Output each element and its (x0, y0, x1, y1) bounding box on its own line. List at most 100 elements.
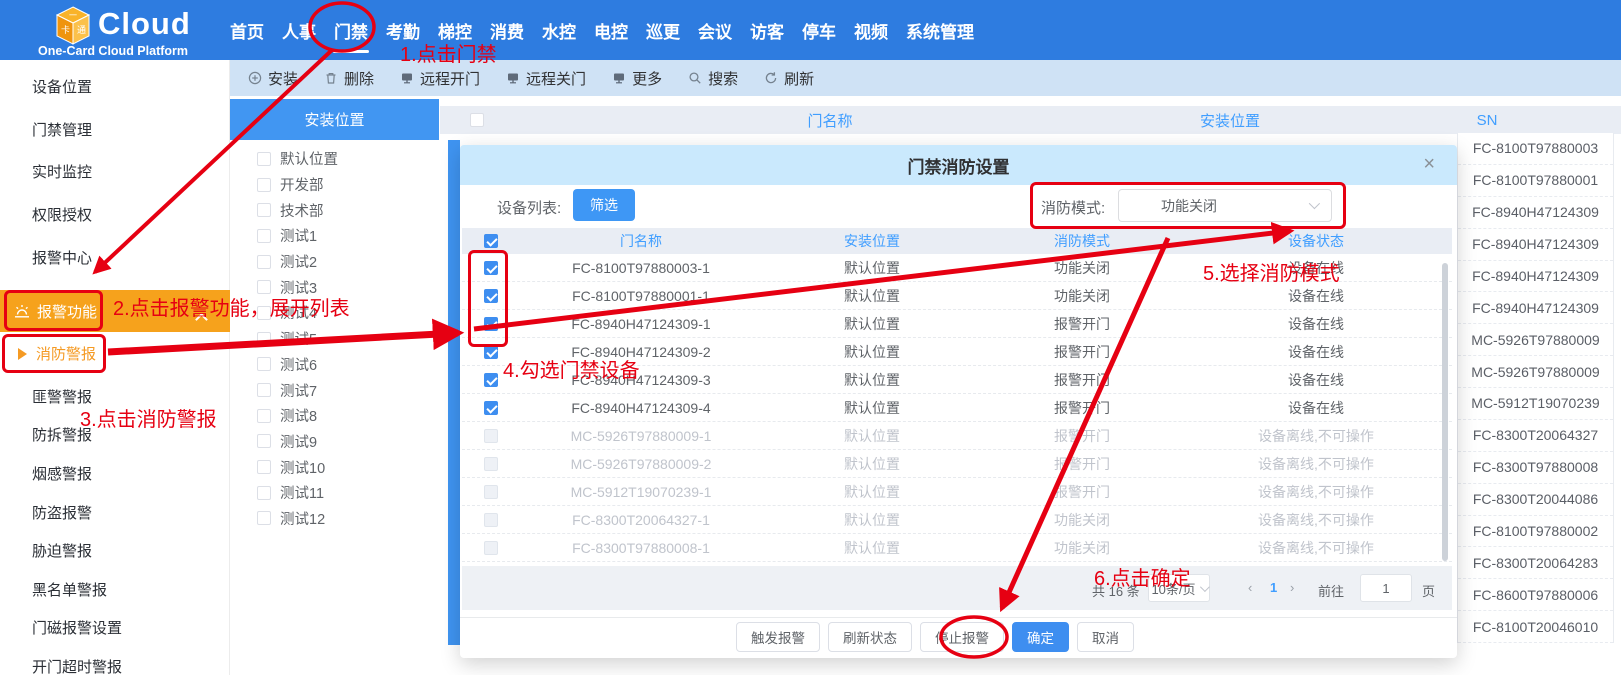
sidebar-item[interactable]: 防盗报警 (0, 493, 230, 532)
tree-item-checkbox[interactable] (257, 383, 271, 397)
nav-item[interactable]: 视频 (852, 14, 890, 47)
table-row[interactable]: FC-8940H47124309-3 默认位置 报警开门 设备在线 (462, 366, 1452, 394)
sn-cell[interactable]: FC-8100T97880003 (1458, 133, 1613, 165)
tree-item[interactable]: 默认位置 (230, 146, 440, 172)
tree-item[interactable]: 测试11 (230, 480, 440, 506)
sn-cell[interactable]: FC-8100T97880002 (1458, 516, 1613, 548)
row-checkbox[interactable] (484, 261, 498, 275)
install-button[interactable]: 安装 (248, 68, 298, 89)
row-checkbox[interactable] (484, 345, 498, 359)
tree-item[interactable]: 测试10 (230, 454, 440, 480)
sn-cell[interactable]: MC-5926T97880009 (1458, 356, 1613, 388)
refresh-button[interactable]: 刷新 (764, 68, 814, 89)
tree-item-checkbox[interactable] (257, 332, 271, 346)
table-row[interactable]: FC-8100T97880003-1 默认位置 功能关闭 设备在线 (462, 254, 1452, 282)
row-checkbox[interactable] (484, 485, 498, 499)
prev-page-button[interactable]: ‹ (1248, 580, 1252, 595)
sn-cell[interactable]: FC-8300T20044086 (1458, 484, 1613, 516)
nav-item[interactable]: 门禁 (332, 14, 370, 47)
table-row[interactable]: FC-8300T97880008-1 默认位置 功能关闭 设备离线,不可操作 (462, 534, 1452, 562)
remote-open-button[interactable]: 远程开门 (400, 68, 480, 89)
tree-item[interactable]: 测试12 (230, 506, 440, 532)
row-checkbox[interactable] (484, 401, 498, 415)
row-checkbox[interactable] (484, 317, 498, 331)
tree-item-checkbox[interactable] (257, 434, 271, 448)
tree-item[interactable]: 测试1 (230, 223, 440, 249)
tree-item-checkbox[interactable] (257, 152, 271, 166)
next-page-button[interactable]: › (1290, 580, 1294, 595)
row-checkbox[interactable] (484, 541, 498, 555)
table-row[interactable]: MC-5926T97880009-1 默认位置 报警开门 设备离线,不可操作 (462, 422, 1452, 450)
table-row[interactable]: FC-8100T97880001-1 默认位置 功能关闭 设备在线 (462, 282, 1452, 310)
sn-cell[interactable]: MC-5912T19070239 (1458, 388, 1613, 420)
sidebar-item[interactable]: 报警中心 (0, 236, 230, 279)
remote-close-button[interactable]: 远程关门 (506, 68, 586, 89)
sn-cell[interactable]: FC-8940H47124309 (1458, 292, 1613, 324)
tree-item-checkbox[interactable] (257, 203, 271, 217)
select-all-checkbox[interactable] (484, 234, 498, 248)
table-row[interactable]: MC-5926T97880009-2 默认位置 报警开门 设备离线,不可操作 (462, 450, 1452, 478)
nav-item[interactable]: 停车 (800, 14, 838, 47)
sidebar-item-fire-alarm[interactable]: 消防警报 (0, 332, 230, 375)
sidebar-item[interactable]: 门禁管理 (0, 108, 230, 151)
row-checkbox[interactable] (484, 429, 498, 443)
tree-item[interactable]: 开发部 (230, 172, 440, 198)
table-row[interactable]: MC-5912T19070239-1 默认位置 报警开门 设备离线,不可操作 (462, 478, 1452, 506)
sidebar-item[interactable]: 黑名单警报 (0, 570, 230, 609)
footer-button[interactable]: 停止报警 (920, 622, 1004, 652)
tree-item-checkbox[interactable] (257, 357, 271, 371)
table-row[interactable]: FC-8300T20064327-1 默认位置 功能关闭 设备离线,不可操作 (462, 506, 1452, 534)
nav-item[interactable]: 电控 (592, 14, 630, 47)
nav-item[interactable]: 首页 (228, 14, 266, 47)
row-checkbox[interactable] (484, 373, 498, 387)
sidebar-item-alarm-functions[interactable]: 报警功能 (0, 290, 230, 332)
tree-item-checkbox[interactable] (257, 229, 271, 243)
tree-item-checkbox[interactable] (257, 255, 271, 269)
tree-item-checkbox[interactable] (257, 511, 271, 525)
nav-item[interactable]: 访客 (748, 14, 786, 47)
sidebar-item[interactable]: 门磁报警设置 (0, 609, 230, 648)
sn-cell[interactable]: FC-8100T20046010 (1458, 611, 1613, 643)
tree-item-checkbox[interactable] (257, 409, 271, 423)
table-row[interactable]: FC-8940H47124309-2 默认位置 报警开门 设备在线 (462, 338, 1452, 366)
footer-button[interactable]: 触发报警 (736, 622, 820, 652)
nav-item[interactable]: 梯控 (436, 14, 474, 47)
tree-item[interactable]: 测试3 (230, 274, 440, 300)
footer-button[interactable]: 确定 (1012, 622, 1069, 652)
tree-item-checkbox[interactable] (257, 460, 271, 474)
sn-cell[interactable]: FC-8300T20064327 (1458, 420, 1613, 452)
tree-item[interactable]: 测试6 (230, 352, 440, 378)
sidebar-item[interactable]: 开门超时警报 (0, 647, 230, 675)
sidebar-item[interactable]: 设备位置 (0, 65, 230, 108)
nav-item[interactable]: 水控 (540, 14, 578, 47)
sidebar-item[interactable]: 匪警警报 (0, 377, 230, 416)
sn-cell[interactable]: FC-8940H47124309 (1458, 261, 1613, 293)
close-icon[interactable]: × (1423, 154, 1435, 174)
row-checkbox[interactable] (484, 289, 498, 303)
table-scrollbar[interactable] (1442, 263, 1448, 561)
goto-page-input[interactable] (1360, 574, 1412, 602)
tree-item[interactable]: 测试9 (230, 429, 440, 455)
page-size-select[interactable]: 10条/页 (1148, 574, 1210, 602)
sn-cell[interactable]: FC-8100T97880001 (1458, 165, 1613, 197)
tree-item[interactable]: 技术部 (230, 197, 440, 223)
sidebar-item[interactable]: 实时监控 (0, 150, 230, 193)
tree-item[interactable]: 测试4 (230, 300, 440, 326)
nav-item[interactable]: 人事 (280, 14, 318, 47)
nav-item[interactable]: 巡更 (644, 14, 682, 47)
sn-cell[interactable]: MC-5926T97880009 (1458, 324, 1613, 356)
sn-cell[interactable]: FC-8300T97880008 (1458, 452, 1613, 484)
nav-item[interactable]: 系统管理 (904, 14, 976, 47)
sn-cell[interactable]: FC-8300T20064283 (1458, 547, 1613, 579)
tree-item[interactable]: 测试7 (230, 377, 440, 403)
tree-item[interactable]: 测试5 (230, 326, 440, 352)
filter-button[interactable]: 筛选 (573, 189, 635, 221)
current-page-number[interactable]: 1 (1270, 580, 1277, 595)
footer-button[interactable]: 取消 (1077, 622, 1134, 652)
table-row[interactable]: FC-8940H47124309-1 默认位置 报警开门 设备在线 (462, 310, 1452, 338)
sn-cell[interactable]: FC-8600T97880006 (1458, 579, 1613, 611)
tree-item-checkbox[interactable] (257, 178, 271, 192)
nav-item[interactable]: 考勤 (384, 14, 422, 47)
sidebar-item[interactable]: 防拆警报 (0, 416, 230, 455)
sn-cell[interactable]: FC-8940H47124309 (1458, 197, 1613, 229)
